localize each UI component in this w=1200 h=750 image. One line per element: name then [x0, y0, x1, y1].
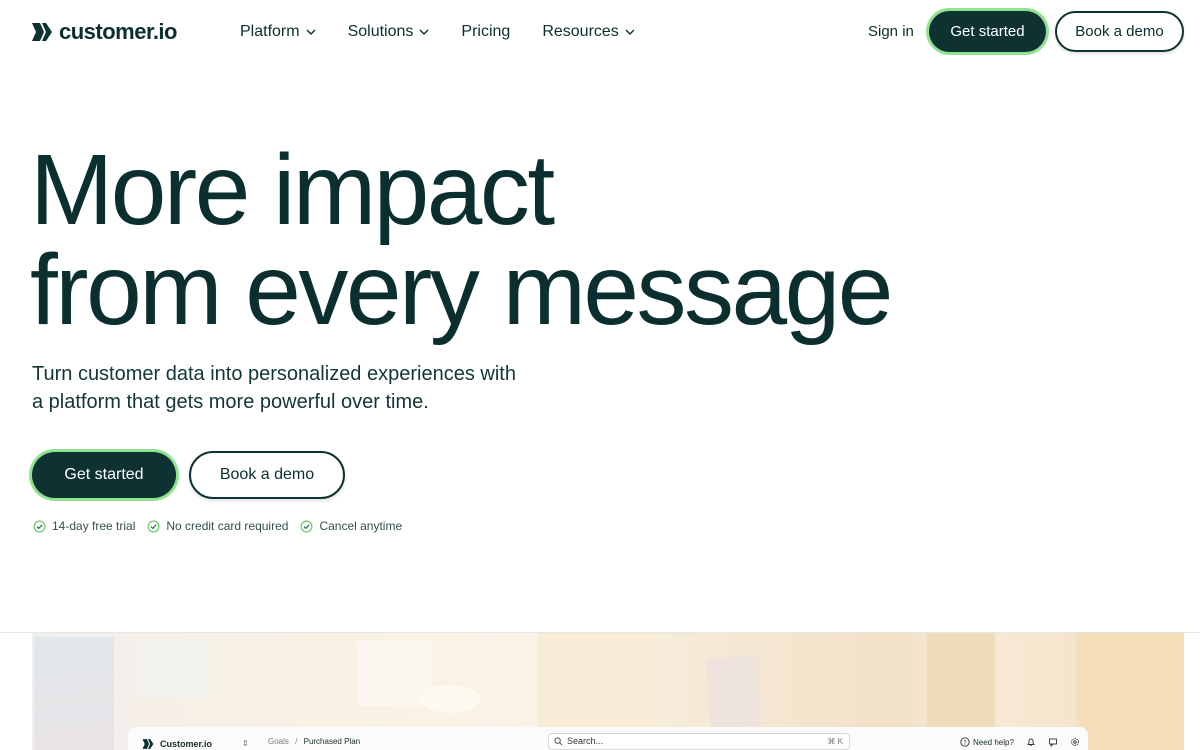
perk-item: Cancel anytime	[300, 519, 402, 533]
perk-item: 14-day free trial	[33, 519, 135, 533]
need-help-label: Need help?	[973, 737, 1014, 747]
hero-subheading-line: a platform that gets more powerful over …	[32, 391, 429, 413]
bell-icon[interactable]	[1026, 737, 1036, 747]
chevron-down-icon	[419, 29, 429, 35]
perk-label: No credit card required	[166, 519, 289, 533]
search-shortcut: ⌘ K	[827, 737, 843, 746]
hero-perks: 14-day free trial No credit card require…	[33, 519, 414, 533]
check-circle-icon	[147, 520, 160, 532]
lamp-shape	[420, 685, 480, 713]
sign-in-link[interactable]: Sign in	[868, 20, 914, 44]
hero-subheading: Turn customer data into personalized exp…	[32, 360, 552, 416]
hero-headline-line: from every message	[30, 234, 893, 346]
window-shape	[34, 637, 114, 750]
chat-icon[interactable]	[1048, 737, 1058, 747]
check-circle-icon	[300, 520, 313, 532]
breadcrumb-separator: /	[295, 737, 298, 746]
top-nav: customer.io Platform Solutions Pricing R…	[0, 0, 1200, 64]
breadcrumb-item-current: Purchased Plan	[303, 737, 361, 746]
hero-subheading-line: Turn customer data into personalized exp…	[32, 363, 516, 385]
hero-book-demo-button[interactable]: Book a demo	[189, 451, 345, 499]
breadcrumb: Goals / Purchased Plan	[268, 737, 360, 746]
hero-headline-line: More impact	[30, 134, 555, 246]
brand-name: customer.io	[59, 19, 177, 44]
search-icon	[554, 737, 563, 746]
perk-item: No credit card required	[147, 519, 288, 533]
workspace-name: Customer.io	[160, 739, 213, 749]
check-circle-icon	[33, 520, 46, 532]
brand-logo[interactable]: customer.io	[31, 19, 177, 45]
nav-book-demo-button[interactable]: Book a demo	[1055, 11, 1184, 52]
app-toolbar-icons	[1026, 737, 1080, 747]
chevron-down-icon	[625, 29, 635, 35]
gear-icon[interactable]	[1070, 737, 1080, 747]
search-placeholder: Search...	[567, 736, 604, 746]
need-help-button[interactable]: ? Need help?	[960, 737, 1014, 747]
nav-item-label: Solutions	[347, 23, 414, 40]
nav-get-started-button[interactable]: Get started	[929, 11, 1046, 52]
nav-item-solutions[interactable]: Solutions	[348, 20, 430, 44]
nav-item-pricing[interactable]: Pricing	[461, 20, 510, 44]
breadcrumb-item[interactable]: Goals	[268, 737, 289, 746]
window-shape	[132, 639, 210, 699]
nav-item-label: Resources	[542, 23, 619, 40]
door-shape	[1077, 633, 1184, 750]
perk-label: 14-day free trial	[52, 519, 136, 533]
nav-item-label: Platform	[240, 23, 300, 40]
app-preview-topbar: Customer.io ⇕ Goals / Purchased Plan Sea…	[128, 727, 1088, 750]
nav-item-platform[interactable]: Platform	[240, 20, 316, 44]
hero-get-started-button[interactable]: Get started	[32, 452, 176, 498]
perk-label: Cancel anytime	[319, 519, 403, 533]
workspace-switcher-icon[interactable]: ⇕	[242, 739, 249, 748]
nav-item-label: Pricing	[461, 23, 511, 40]
customerio-logo-icon	[32, 23, 52, 41]
customerio-logo-icon	[142, 739, 154, 749]
help-circle-icon: ?	[960, 737, 970, 747]
app-search-input[interactable]: Search... ⌘ K	[548, 733, 850, 750]
chevron-down-icon	[306, 29, 316, 35]
nav-item-resources[interactable]: Resources	[542, 20, 635, 44]
frame-shape	[705, 655, 763, 729]
hero-headline: More impact from every message	[30, 134, 893, 346]
main-menu: Platform Solutions Pricing Resources	[240, 20, 667, 44]
svg-text:?: ?	[963, 739, 966, 746]
